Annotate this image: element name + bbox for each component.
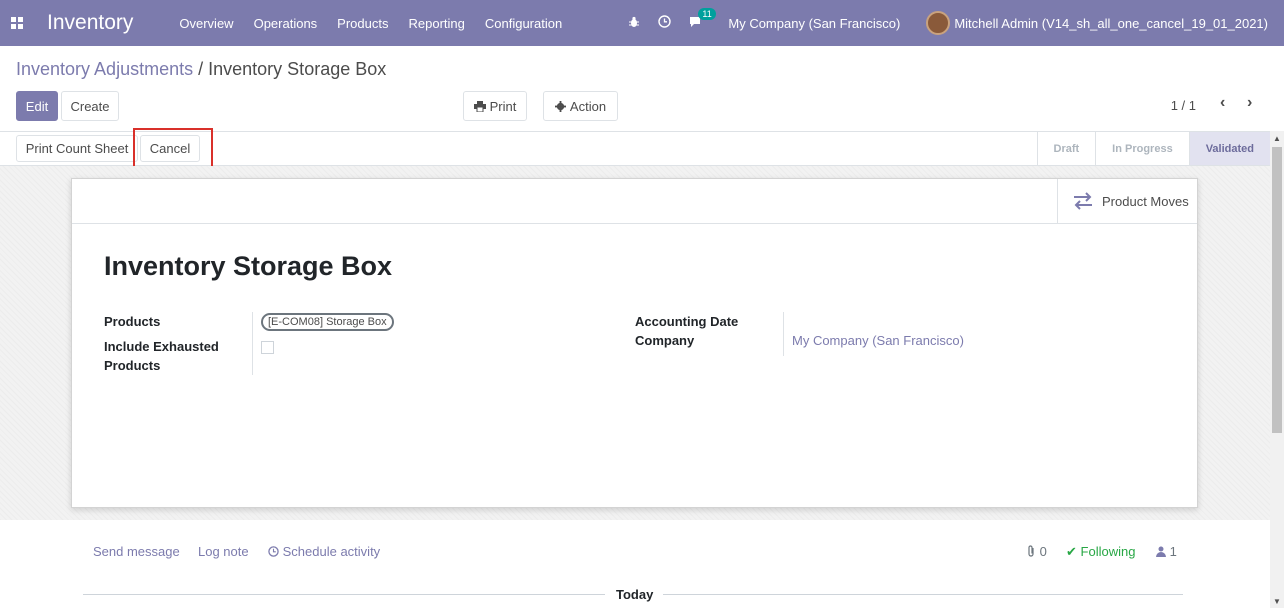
product-moves-button[interactable]: Product Moves <box>1057 179 1197 223</box>
pager-previous-icon[interactable]: ‹ <box>1220 94 1225 112</box>
exchange-arrows-icon <box>1074 192 1092 210</box>
status-step-draft[interactable]: Draft <box>1036 132 1096 165</box>
product-moves-label: Product Moves <box>1102 193 1189 209</box>
menu-configuration[interactable]: Configuration <box>485 16 562 31</box>
followers-count: 1 <box>1169 544 1177 559</box>
company-switcher[interactable]: My Company (San Francisco) <box>728 16 900 31</box>
create-button[interactable]: Create <box>61 91 119 121</box>
breadcrumb-current: Inventory Storage Box <box>208 59 387 79</box>
schedule-activity-label: Schedule activity <box>282 544 381 559</box>
print-button[interactable]: Print <box>463 91 527 121</box>
action-button[interactable]: Action <box>543 91 618 121</box>
form-sheet: Product Moves Inventory Storage Box Prod… <box>71 178 1198 508</box>
today-divider-right <box>663 594 1183 595</box>
paperclip-icon <box>1028 545 1034 557</box>
scroll-down-icon[interactable]: ▼ <box>1273 597 1281 606</box>
log-note-button[interactable]: Log note <box>198 544 249 559</box>
status-steps: Draft In Progress Validated <box>1036 131 1270 166</box>
smart-button-box: Product Moves <box>72 179 1197 224</box>
breadcrumb-parent[interactable]: Inventory Adjustments <box>16 59 193 79</box>
field-separator-left <box>252 312 253 375</box>
print-label: Print <box>489 98 517 114</box>
company-value-link[interactable]: My Company (San Francisco) <box>792 333 964 348</box>
attachments-counter[interactable]: 0 <box>1026 544 1047 559</box>
action-label: Action <box>569 98 607 114</box>
include-exhausted-checkbox[interactable] <box>261 341 274 354</box>
status-step-validated[interactable]: Validated <box>1188 132 1270 165</box>
schedule-activity-button[interactable]: Schedule activity <box>268 544 380 559</box>
menu-operations[interactable]: Operations <box>254 16 318 31</box>
edit-button[interactable]: Edit <box>16 91 58 121</box>
menu-overview[interactable]: Overview <box>179 16 233 31</box>
breadcrumb: Inventory Adjustments / Inventory Storag… <box>16 59 386 80</box>
followers-counter[interactable]: 1 <box>1156 544 1177 559</box>
app-brand[interactable]: Inventory <box>47 11 133 35</box>
message-count-badge: 11 <box>698 7 716 20</box>
apps-menu-icon[interactable] <box>11 16 25 30</box>
attachments-count: 0 <box>1039 544 1047 559</box>
status-step-in-progress[interactable]: In Progress <box>1095 132 1189 165</box>
include-exhausted-label-line2: Products <box>104 358 161 373</box>
accounting-date-label: Accounting Date <box>635 314 739 329</box>
field-separator-right <box>783 312 784 356</box>
menu-products[interactable]: Products <box>337 16 388 31</box>
activity-clock-icon[interactable] <box>658 15 672 31</box>
user-menu[interactable]: Mitchell Admin (V14_sh_all_one_cancel_19… <box>954 16 1268 31</box>
following-label: Following <box>1080 544 1136 559</box>
today-label: Today <box>616 587 654 602</box>
top-navbar: Inventory Overview Operations Products R… <box>0 0 1284 46</box>
menu-reporting[interactable]: Reporting <box>408 16 464 31</box>
products-label: Products <box>104 314 161 329</box>
printer-icon <box>473 100 486 112</box>
clock-icon <box>268 546 279 557</box>
scroll-thumb[interactable] <box>1272 147 1282 433</box>
record-title: Inventory Storage Box <box>104 251 393 281</box>
company-label: Company <box>635 333 695 348</box>
debug-bug-icon[interactable] <box>628 16 640 31</box>
print-count-sheet-button[interactable]: Print Count Sheet <box>16 135 138 162</box>
user-avatar[interactable] <box>926 11 951 35</box>
include-exhausted-label-line1: Include Exhausted <box>104 339 219 354</box>
user-icon <box>1156 546 1166 557</box>
today-divider-left <box>83 594 605 595</box>
page-scrollbar[interactable]: ▲ ▼ <box>1270 131 1284 608</box>
cancel-highlight-box <box>133 128 213 168</box>
check-icon: ✔ <box>1066 544 1077 559</box>
send-message-button[interactable]: Send message <box>93 544 180 559</box>
breadcrumb-separator: / <box>198 59 204 79</box>
product-tag[interactable]: [E-COM08] Storage Box <box>261 313 394 331</box>
pager-value[interactable]: 1 / 1 <box>1171 98 1196 113</box>
messages-icon[interactable]: 11 <box>689 7 716 31</box>
pager-next-icon[interactable]: › <box>1247 94 1252 112</box>
gear-icon <box>554 100 566 112</box>
following-button[interactable]: ✔ Following <box>1066 544 1135 560</box>
scroll-up-icon[interactable]: ▲ <box>1273 134 1281 143</box>
